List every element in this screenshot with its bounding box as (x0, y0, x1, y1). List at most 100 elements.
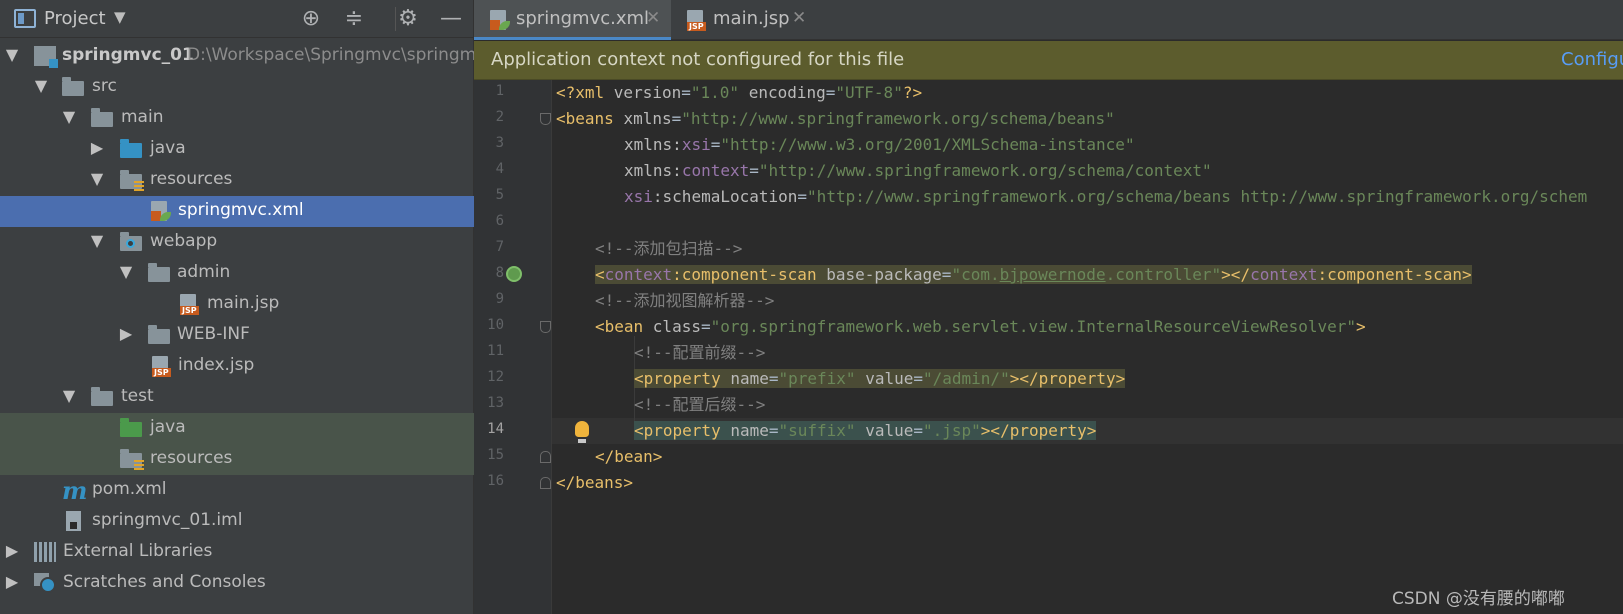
line-number: 5 (495, 187, 504, 203)
code-line-7: <!--添加包扫描--> (595, 239, 743, 258)
tree-item-label: main (121, 107, 164, 127)
chevron-right-icon[interactable]: ▶ (4, 572, 20, 591)
library-icon (34, 542, 56, 562)
tree-item-label: springmvc_01 (62, 45, 194, 65)
line-number: 15 (487, 447, 504, 463)
close-icon[interactable]: ✕ (792, 8, 806, 28)
chevron-down-icon[interactable]: ▼ (61, 107, 77, 126)
tree-item-external-libraries[interactable]: ▶ External Libraries (0, 537, 474, 568)
project-view-icon (14, 9, 36, 28)
spring-xml-file-icon (149, 201, 171, 221)
tree-item-springmvc_01[interactable]: ▼ springmvc_01 D:\Workspace\Springmvc\sp… (0, 41, 474, 72)
module-path: D:\Workspace\Springmvc\springmv (187, 45, 474, 65)
notification-banner: Application context not configured for t… (474, 41, 1623, 80)
gear-icon[interactable]: ⚙ (395, 6, 421, 32)
line-number: 1 (495, 83, 504, 99)
spring-bean-icon[interactable] (506, 266, 522, 282)
line-number: 7 (495, 239, 504, 255)
code-line-3: xmlns:xsi="http://www.w3.org/2001/XMLSch… (624, 135, 1135, 154)
chevron-down-icon[interactable]: ▼ (33, 76, 49, 95)
code-line-9: <!--添加视图解析器--> (595, 291, 775, 310)
tree-item-iml[interactable]: springmvc_01.iml (0, 506, 474, 537)
line-number: 12 (487, 369, 504, 385)
tree-item-scratches[interactable]: ▶ Scratches and Consoles (0, 568, 474, 599)
module-icon (34, 46, 58, 68)
fold-marker[interactable] (540, 113, 551, 125)
chevron-down-icon[interactable]: ▼ (61, 386, 77, 405)
tree-item-main[interactable]: ▼ main (0, 103, 474, 134)
chevron-right-icon[interactable]: ▶ (4, 541, 20, 560)
tree-item-java[interactable]: ▶ java (0, 134, 474, 165)
source-folder-icon (120, 139, 142, 159)
fold-marker[interactable] (540, 451, 551, 463)
tree-item-pom-xml[interactable]: m pom.xml (0, 475, 474, 506)
editor-tab-bar: springmvc.xml ✕ JSP main.jsp ✕ (474, 0, 1623, 40)
close-icon[interactable]: ✕ (646, 8, 660, 28)
tree-item-label: src (92, 76, 117, 96)
tree-item-main-jsp[interactable]: JSP main.jsp (0, 289, 474, 320)
code-editor[interactable]: <?xml version="1.0" encoding="UTF-8"?> <… (552, 80, 1623, 614)
tree-item-src[interactable]: ▼ src (0, 72, 474, 103)
tree-item-test-resources[interactable]: resources (0, 444, 474, 475)
line-number-current: 14 (487, 421, 504, 437)
line-number: 11 (487, 343, 504, 359)
web-folder-icon (120, 232, 142, 252)
project-header: Project ▼ ⊕ ≑ ⚙ — (0, 0, 474, 38)
tree-item-admin[interactable]: ▼ admin (0, 258, 474, 289)
tree-item-label: pom.xml (92, 479, 167, 499)
tree-item-webapp[interactable]: ▼ webapp (0, 227, 474, 258)
line-number: 8 (495, 265, 504, 281)
tree-item-web-inf[interactable]: ▶ WEB-INF (0, 320, 474, 351)
code-line-11: <!--配置前缀--> (634, 343, 766, 362)
line-number: 3 (495, 135, 504, 151)
code-line-12: <property name="prefix" value="/admin/">… (634, 369, 1126, 388)
project-tool-window: Project ▼ ⊕ ≑ ⚙ — ▼ springmvc_01 D:\Work… (0, 0, 474, 614)
tree-item-resources[interactable]: ▼ resources (0, 165, 474, 196)
tree-item-label: resources (150, 169, 233, 189)
collapse-all-icon[interactable]: ≑ (341, 6, 367, 32)
chevron-right-icon[interactable]: ▶ (118, 324, 134, 343)
tree-item-label: admin (177, 262, 231, 282)
jsp-file-icon: JSP (178, 294, 200, 315)
tab-springmvc-xml[interactable]: springmvc.xml ✕ (474, 0, 671, 40)
code-line-4: xmlns:context="http://www.springframewor… (624, 161, 1212, 180)
tree-item-index-jsp[interactable]: JSP index.jsp (0, 351, 474, 382)
code-line-15: </bean> (595, 447, 663, 466)
fold-marker[interactable] (540, 477, 551, 489)
configure-link[interactable]: Configu (1561, 49, 1623, 70)
tree-item-springmvc-xml[interactable]: springmvc.xml (0, 196, 474, 227)
folder-icon (91, 108, 113, 128)
tab-label: springmvc.xml (516, 8, 650, 29)
code-line-16: </beans> (556, 473, 634, 492)
tree-item-test-java[interactable]: java (0, 413, 474, 444)
project-view-selector[interactable]: Project (44, 8, 106, 29)
tree-item-label: java (150, 417, 186, 437)
locate-file-icon[interactable]: ⊕ (298, 6, 324, 32)
code-line-13: <!--配置后缀--> (634, 395, 766, 414)
chevron-down-icon[interactable]: ▼ (4, 45, 20, 64)
code-line-14: <property name="suffix" value=".jsp"></p… (634, 421, 1097, 440)
maven-icon: m (62, 476, 88, 505)
test-source-folder-icon (120, 418, 142, 438)
fold-marker[interactable] (540, 321, 551, 333)
tree-item-label: resources (150, 448, 233, 468)
tab-main-jsp[interactable]: JSP main.jsp ✕ (671, 0, 821, 40)
chevron-down-icon[interactable]: ▼ (89, 169, 105, 188)
watermark: CSDN @没有腰的嘟嘟 (1392, 589, 1565, 609)
folder-icon (62, 77, 84, 97)
hide-panel-icon[interactable]: — (438, 6, 464, 32)
lightbulb-icon[interactable] (575, 421, 589, 443)
tree-item-test[interactable]: ▼ test (0, 382, 474, 413)
tree-item-label: webapp (150, 231, 218, 251)
line-number: 13 (487, 395, 504, 411)
chevron-down-icon[interactable]: ▼ (114, 8, 126, 26)
tree-item-label: index.jsp (178, 355, 255, 375)
jsp-file-icon: JSP (685, 10, 706, 31)
chevron-down-icon[interactable]: ▼ (89, 231, 105, 250)
chevron-down-icon[interactable]: ▼ (118, 262, 134, 281)
line-number: 10 (487, 317, 504, 333)
tab-label: main.jsp (713, 8, 790, 29)
jsp-file-icon: JSP (150, 356, 172, 377)
tree-item-label: Scratches and Consoles (63, 572, 266, 592)
chevron-right-icon[interactable]: ▶ (89, 138, 105, 157)
